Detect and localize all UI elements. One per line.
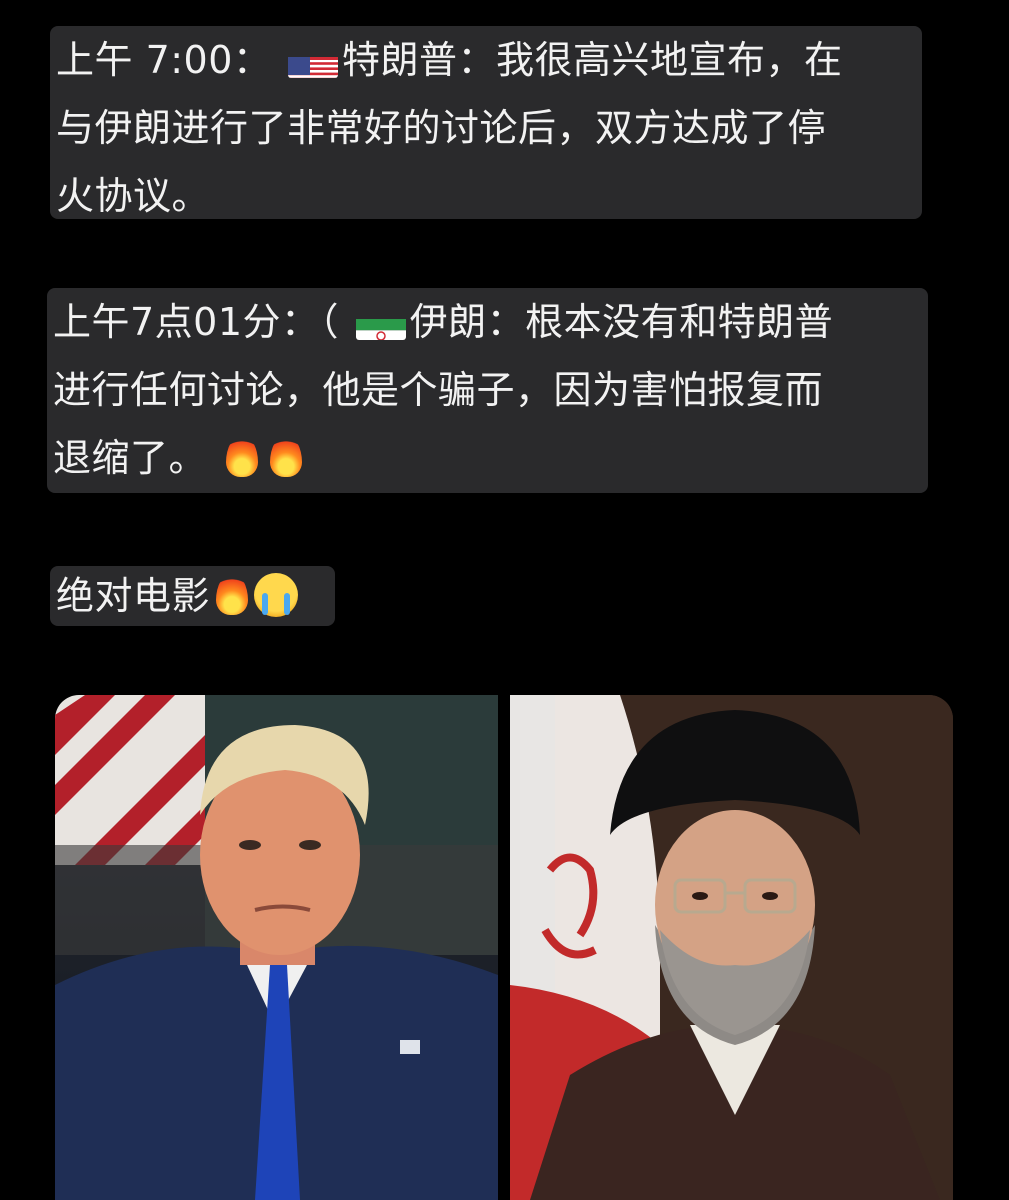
iran-flag-icon	[355, 306, 406, 340]
image-grid[interactable]	[55, 695, 953, 1200]
photo-right[interactable]	[510, 695, 953, 1200]
message-2-line-3: 退缩了。	[53, 424, 922, 492]
us-flag-icon	[288, 44, 338, 78]
fire-icon	[264, 431, 308, 479]
message-bubble-3: 绝对电影	[50, 566, 335, 626]
photo-left[interactable]	[55, 695, 498, 1200]
message-1-line-1: 上午 7:00： 特朗普：我很高兴地宣布，在	[56, 26, 916, 94]
message-2-line-1: 上午7点01分：（ 伊朗：根本没有和特朗普	[53, 288, 922, 356]
portrait-left-illustration	[55, 695, 498, 1200]
message-bubble-2: 上午7点01分：（ 伊朗：根本没有和特朗普 进行任何讨论，他是个骗子，因为害怕报…	[47, 288, 928, 493]
message-1-line-3: 火协议。	[56, 174, 211, 218]
fire-icon	[210, 569, 254, 617]
crying-face-icon	[254, 573, 299, 617]
message-3-line-1: 绝对电影	[56, 566, 331, 626]
portrait-right-illustration	[510, 695, 953, 1200]
fire-icon	[220, 431, 264, 479]
message-bubble-1: 上午 7:00： 特朗普：我很高兴地宣布，在 与伊朗进行了非常好的讨论后，双方达…	[50, 26, 922, 219]
message-2-line-2: 进行任何讨论，他是个骗子，因为害怕报复而	[53, 368, 824, 412]
message-1-line-2: 与伊朗进行了非常好的讨论后，双方达成了停	[56, 106, 827, 150]
